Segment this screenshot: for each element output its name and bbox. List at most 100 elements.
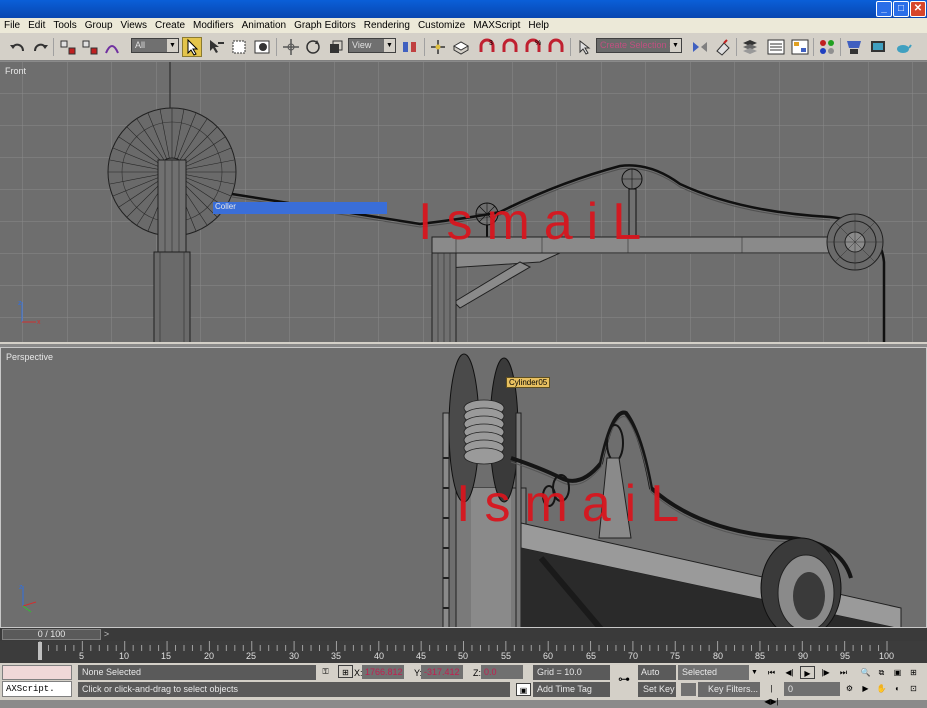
select-and-link-button[interactable] bbox=[58, 37, 78, 57]
keyboard-shortcut-toggle[interactable] bbox=[451, 37, 471, 57]
maxscript-listener-output[interactable] bbox=[2, 665, 72, 680]
menu-customize[interactable]: Customize bbox=[414, 18, 469, 33]
zoom-icon[interactable]: 🔍 bbox=[858, 666, 873, 679]
y-coord-field[interactable]: -317.412 bbox=[421, 665, 463, 679]
menu-help[interactable]: Help bbox=[524, 18, 553, 33]
bind-space-warp-button[interactable] bbox=[102, 37, 122, 57]
menu-rendering[interactable]: Rendering bbox=[360, 18, 414, 33]
window-crossing-icon bbox=[254, 40, 270, 54]
select-and-scale-button[interactable] bbox=[326, 37, 346, 57]
close-button[interactable]: ✕ bbox=[910, 1, 926, 17]
schematic-view-button[interactable] bbox=[790, 37, 810, 57]
perspective-viewport-label[interactable]: Perspective bbox=[6, 352, 53, 362]
select-by-name-button[interactable] bbox=[206, 37, 226, 57]
selection-filter-dropdown[interactable]: All ▼ bbox=[131, 38, 179, 53]
pan-hand-icon[interactable]: ✋ bbox=[874, 682, 889, 695]
perspective-viewport[interactable]: z Perspective Cylinder05 IsmaiL bbox=[0, 347, 927, 628]
go-to-start-icon[interactable]: ⏮ bbox=[764, 666, 779, 679]
key-mode-toggle-icon[interactable]: |◀▶| bbox=[764, 682, 779, 706]
maximize-viewport-icon[interactable]: ⊡ bbox=[906, 682, 921, 695]
menu-graph-editors[interactable]: Graph Editors bbox=[290, 18, 360, 33]
layer-manager-button[interactable] bbox=[740, 37, 760, 57]
time-configuration-icon[interactable]: ⚙ bbox=[842, 682, 857, 695]
curve-editor-button[interactable] bbox=[766, 37, 786, 57]
menu-modifiers[interactable]: Modifiers bbox=[189, 18, 238, 33]
tick-label: 65 bbox=[586, 651, 597, 661]
current-frame-field[interactable]: 0 bbox=[784, 682, 840, 696]
menu-tools[interactable]: Tools bbox=[49, 18, 80, 33]
tick-label: 15 bbox=[161, 651, 172, 661]
undo-button[interactable] bbox=[8, 37, 28, 57]
tick-label: 30 bbox=[289, 651, 300, 661]
absolute-mode-icon[interactable]: ⊞ bbox=[338, 665, 353, 678]
time-slider-thumb[interactable]: 0 / 100 bbox=[2, 629, 101, 640]
tick-label: 40 bbox=[374, 651, 385, 661]
x-coord-field[interactable]: 1766.812 bbox=[362, 665, 404, 679]
previous-frame-icon[interactable]: ◀| bbox=[782, 666, 797, 679]
maximize-button[interactable]: □ bbox=[893, 1, 909, 17]
menu-edit[interactable]: Edit bbox=[24, 18, 49, 33]
rectangular-selection-button[interactable] bbox=[229, 37, 249, 57]
reference-coordinate-dropdown[interactable]: View ▼ bbox=[348, 38, 396, 53]
default-in-out-icon[interactable] bbox=[681, 683, 696, 696]
select-and-move-button[interactable] bbox=[281, 37, 301, 57]
zoom-all-icon[interactable]: ⧉ bbox=[874, 666, 889, 679]
minimize-button[interactable]: _ bbox=[876, 1, 892, 17]
time-tag-icon[interactable]: ▣ bbox=[516, 683, 531, 696]
time-slider[interactable]: 0 / 100 > bbox=[0, 628, 927, 641]
select-and-rotate-button[interactable] bbox=[303, 37, 323, 57]
key-filters-button[interactable]: Key Filters... bbox=[698, 682, 760, 697]
mirror-button[interactable] bbox=[690, 37, 710, 57]
menu-group[interactable]: Group bbox=[81, 18, 117, 33]
front-viewport-label[interactable]: Front bbox=[5, 66, 26, 76]
maxscript-mini-listener[interactable]: AXScript. bbox=[2, 681, 72, 697]
chevron-right-icon[interactable]: > bbox=[101, 629, 112, 640]
field-of-view-icon[interactable]: ▶ bbox=[858, 682, 873, 695]
select-and-manipulate-button[interactable] bbox=[428, 37, 448, 57]
edit-named-selection-button[interactable] bbox=[575, 37, 595, 57]
menu-file[interactable]: File bbox=[0, 18, 24, 33]
menu-views[interactable]: Views bbox=[117, 18, 152, 33]
go-to-end-icon[interactable]: ⏭ bbox=[836, 666, 851, 679]
menu-animation[interactable]: Animation bbox=[238, 18, 290, 33]
menu-maxscript[interactable]: MAXScript bbox=[469, 18, 524, 33]
angle-snap-toggle[interactable] bbox=[500, 37, 520, 57]
add-time-tag-button[interactable]: Add Time Tag bbox=[533, 682, 610, 697]
key-mode-dropdown[interactable]: Selected ▼ bbox=[678, 665, 760, 680]
active-shade-button[interactable] bbox=[893, 37, 913, 57]
auto-key-button[interactable]: Auto Key bbox=[638, 665, 676, 692]
menu-create[interactable]: Create bbox=[151, 18, 189, 33]
select-object-button[interactable] bbox=[182, 37, 202, 57]
arc-rotate-icon[interactable]: ◐ bbox=[890, 682, 905, 695]
track-bar[interactable]: 5 10 15 20 25 30 35 40 45 50 55 60 65 70… bbox=[0, 641, 927, 663]
align-button[interactable] bbox=[713, 37, 733, 57]
snaps-toggle[interactable]: 3 bbox=[477, 37, 497, 57]
unlink-selection-button[interactable] bbox=[80, 37, 100, 57]
curve-editor-icon bbox=[767, 39, 785, 55]
named-selection-dropdown[interactable]: Create Selection Se ▼ bbox=[596, 38, 682, 53]
pivot-center-button[interactable] bbox=[400, 37, 420, 57]
front-viewport[interactable]: z x Front Coller IsmaiL bbox=[0, 62, 927, 344]
spinner-snap-toggle[interactable] bbox=[546, 37, 566, 57]
named-selection-icon bbox=[579, 39, 591, 55]
set-key-button[interactable]: Set Key bbox=[638, 682, 676, 697]
key-icon[interactable]: ⊶ bbox=[614, 673, 634, 686]
scale-icon bbox=[330, 40, 343, 53]
lock-selection-icon[interactable]: ⚿ bbox=[318, 665, 333, 678]
percent-snap-toggle[interactable]: % bbox=[523, 37, 543, 57]
move-icon bbox=[283, 39, 299, 55]
object-name-tooltip: Coller bbox=[213, 202, 387, 214]
next-frame-icon[interactable]: |▶ bbox=[818, 666, 833, 679]
window-crossing-button[interactable] bbox=[252, 37, 272, 57]
redo-button[interactable] bbox=[30, 37, 50, 57]
material-editor-button[interactable] bbox=[817, 37, 837, 57]
zoom-extents-icon[interactable]: ▣ bbox=[890, 666, 905, 679]
z-coord-field[interactable]: 0.0 bbox=[481, 665, 523, 679]
quick-render-button[interactable] bbox=[868, 37, 888, 57]
zoom-extents-all-icon[interactable]: ⊞ bbox=[906, 666, 921, 679]
quick-render-icon bbox=[871, 41, 885, 52]
render-scene-button[interactable] bbox=[844, 37, 864, 57]
render-scene-icon bbox=[847, 41, 861, 54]
time-marker[interactable] bbox=[38, 642, 42, 660]
play-icon[interactable]: ▶ bbox=[800, 666, 815, 679]
